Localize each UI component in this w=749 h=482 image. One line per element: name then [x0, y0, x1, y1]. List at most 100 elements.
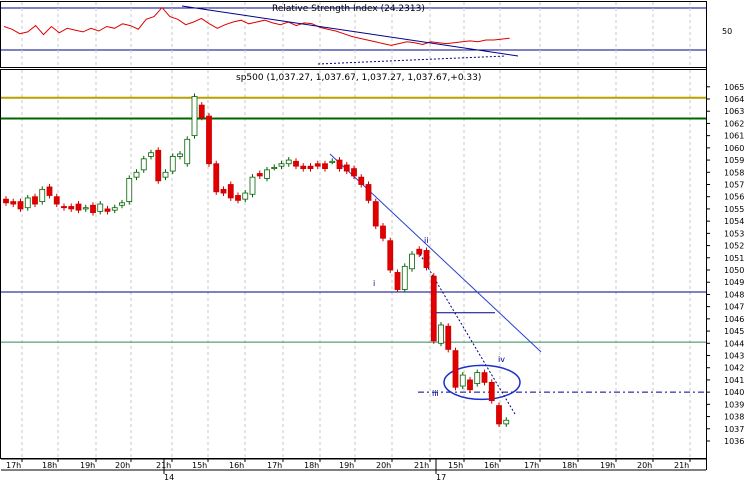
- candle-body: [148, 152, 154, 157]
- candle-body: [213, 163, 220, 193]
- x-tick-label: 21h: [414, 461, 429, 470]
- y-tick-label: 1061: [724, 132, 744, 141]
- candle-body: [380, 225, 386, 239]
- candle-body: [409, 253, 415, 270]
- candle-body: [155, 149, 162, 182]
- y-tick-label: 1051: [724, 254, 744, 263]
- candle-body: [184, 138, 191, 165]
- candle-body: [206, 115, 212, 165]
- x-tick-label: 18h: [562, 461, 577, 470]
- y-tick-label: 1039: [724, 400, 744, 409]
- x-tick-label: 18h: [304, 461, 319, 470]
- y-tick-label: 1043: [724, 352, 744, 361]
- candle-body: [264, 169, 270, 179]
- candle-body: [220, 188, 227, 194]
- y-tick-label: 1047: [724, 303, 744, 312]
- wave-label-ii: ii: [424, 236, 428, 245]
- candle-body: [343, 164, 350, 172]
- candle-body: [372, 201, 379, 227]
- candle-body: [82, 207, 89, 210]
- wave-label-iv: iv: [498, 355, 505, 364]
- y-tick-label: 1048: [724, 290, 744, 299]
- candle-body: [394, 272, 401, 290]
- candle-body: [227, 184, 234, 199]
- candle-body: [459, 374, 466, 387]
- candle-body: [191, 96, 198, 137]
- y-tick-label: 1064: [724, 95, 744, 104]
- y-tick-label: 1037: [724, 425, 744, 434]
- y-tick-label: 1060: [724, 144, 744, 153]
- candle-body: [416, 248, 423, 255]
- candle-body: [97, 203, 104, 212]
- candle-body: [387, 240, 394, 271]
- candle-body: [256, 173, 263, 177]
- y-tick-label: 1050: [724, 266, 744, 275]
- y-tick-label: 1052: [724, 242, 744, 251]
- candle-body: [481, 372, 488, 383]
- candle-body: [39, 188, 46, 202]
- y-tick-label: 1045: [724, 327, 744, 336]
- x-tick-label: 15h: [448, 461, 463, 470]
- candle-body: [61, 206, 67, 209]
- x-tick-label: 17h: [524, 461, 539, 470]
- y-tick-label: 1044: [724, 339, 744, 348]
- y-tick-label: 1057: [724, 181, 744, 190]
- candle-body: [177, 153, 183, 157]
- x-tick-label: 19h: [80, 461, 95, 470]
- candle-body: [249, 176, 256, 195]
- x-tick-label: 16h: [229, 461, 244, 470]
- wave-label-i: i: [373, 279, 375, 288]
- date-label-17: 17: [436, 473, 446, 482]
- x-tick-label: 17h: [6, 461, 21, 470]
- candle-body: [24, 197, 31, 209]
- price-panel-frame: [0, 69, 707, 459]
- candle-body: [488, 381, 495, 402]
- rsi-level-label: 50: [722, 27, 732, 36]
- candle-body: [307, 165, 314, 170]
- x-tick-label: 19h: [339, 461, 354, 470]
- x-tick-label: 20h: [637, 461, 652, 470]
- y-tick-label: 1062: [724, 119, 744, 128]
- candle-body: [242, 192, 249, 200]
- y-tick-label: 1063: [724, 107, 744, 116]
- candle-body: [329, 160, 336, 163]
- x-tick-label: 21h: [674, 461, 689, 470]
- x-tick-label: 17h: [267, 461, 282, 470]
- price-title: sp500 (1,037.27, 1,037.67, 1,037.27, 1,0…: [236, 73, 481, 83]
- candle-body: [3, 198, 9, 204]
- y-tick-label: 1056: [724, 193, 744, 202]
- candle-body: [474, 372, 481, 384]
- candle-body: [140, 158, 147, 171]
- candle-body: [53, 196, 60, 205]
- candle-body: [314, 163, 321, 167]
- candle-body: [90, 204, 96, 213]
- y-tick-label: 1053: [724, 229, 744, 238]
- y-tick-label: 1058: [724, 168, 744, 177]
- candle-body: [503, 419, 510, 425]
- candle-body: [445, 325, 452, 350]
- candle-body: [351, 168, 357, 177]
- wave-label-iii: iii: [432, 389, 439, 398]
- candle-body: [336, 159, 343, 170]
- y-tick-label: 1042: [724, 364, 744, 373]
- candle-body: [119, 202, 125, 206]
- candle-body: [285, 159, 292, 165]
- candle-body: [271, 166, 278, 169]
- candle-body: [401, 265, 408, 290]
- candle-body: [104, 208, 111, 212]
- y-tick-label: 1054: [724, 217, 744, 226]
- candle-body: [423, 250, 430, 268]
- candle-body: [438, 324, 444, 344]
- candle-body: [17, 201, 24, 210]
- candle-body: [10, 201, 17, 205]
- candle-body: [467, 379, 473, 391]
- candle-body: [75, 203, 82, 211]
- candle-body: [235, 195, 241, 201]
- x-tick-label: 20h: [115, 461, 130, 470]
- x-tick-label: 20h: [376, 461, 391, 470]
- candle-body: [322, 163, 328, 170]
- candle-body: [111, 207, 118, 211]
- candle-body: [32, 196, 38, 205]
- candle-body: [293, 160, 299, 167]
- date-label-14: 14: [164, 473, 174, 482]
